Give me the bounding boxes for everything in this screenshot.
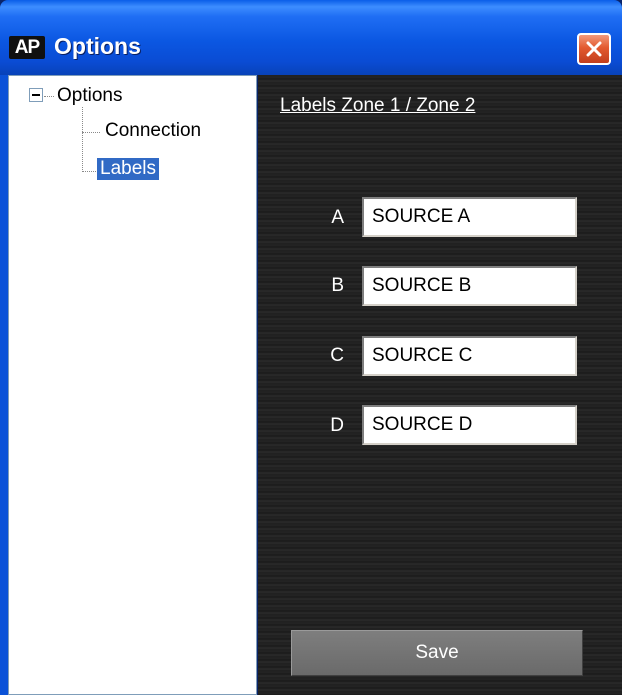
window-title: Options xyxy=(54,33,141,59)
tree-item-options[interactable]: Options xyxy=(57,85,122,107)
tree-connector xyxy=(44,96,54,97)
window-frame-left xyxy=(0,75,8,695)
save-button[interactable]: Save xyxy=(291,630,583,676)
tree-connector xyxy=(82,107,83,172)
tree-item-connection[interactable]: Connection xyxy=(105,120,201,142)
label-c: C xyxy=(330,345,344,366)
collapse-icon xyxy=(29,88,43,102)
label-d: D xyxy=(330,415,344,436)
label-a: A xyxy=(331,207,344,228)
source-a-input[interactable] xyxy=(362,197,577,237)
source-c-input[interactable] xyxy=(362,336,577,376)
tree-connector xyxy=(82,171,96,172)
source-b-input[interactable] xyxy=(362,266,577,306)
close-button[interactable] xyxy=(577,33,611,65)
tree-item-labels[interactable]: Labels xyxy=(97,158,159,180)
options-tree: Options Connection Labels xyxy=(8,75,257,695)
close-icon xyxy=(586,41,602,57)
app-icon: AP xyxy=(9,36,45,59)
label-b: B xyxy=(331,275,344,296)
source-d-input[interactable] xyxy=(362,405,577,445)
title-bar[interactable]: AP Options xyxy=(0,0,622,75)
labels-panel xyxy=(258,75,622,695)
tree-connector xyxy=(82,132,100,133)
tree-root-expander[interactable] xyxy=(29,88,45,104)
panel-title: Labels Zone 1 / Zone 2 xyxy=(280,95,476,116)
options-window: AP Options Options Connection Labels Lab… xyxy=(0,0,622,695)
